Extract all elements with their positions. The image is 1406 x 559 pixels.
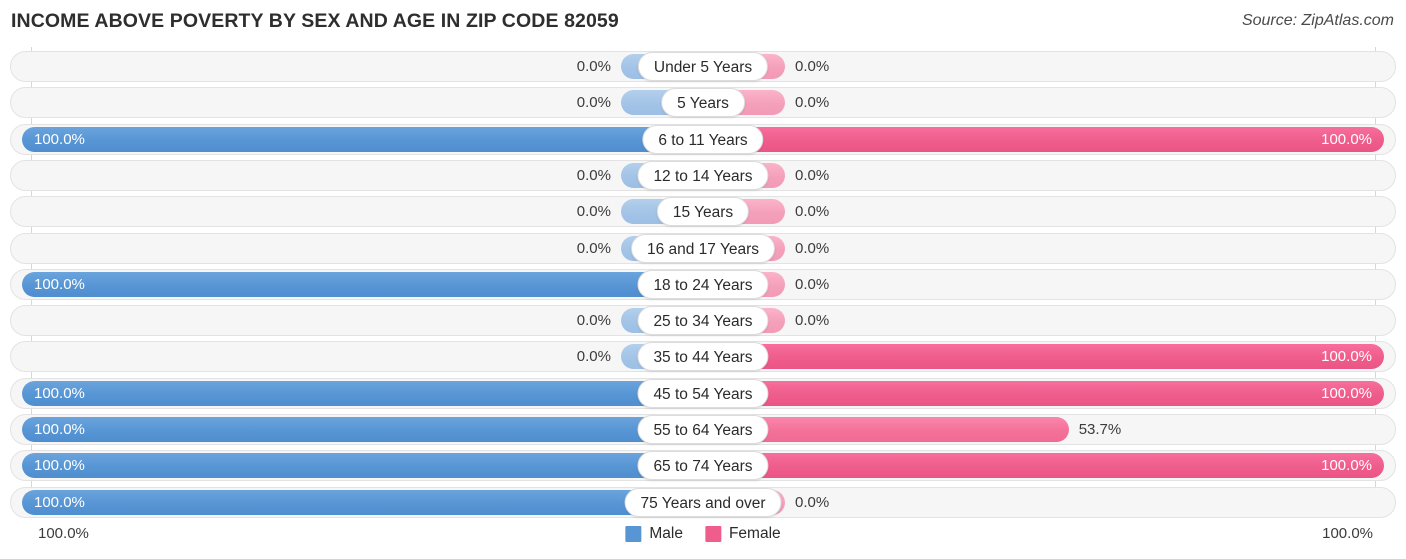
female-bar-region: 0.0% <box>703 162 1384 188</box>
bar-value-male: 100.0% <box>34 493 85 511</box>
female-bar-region: 0.0% <box>703 199 1384 225</box>
table-row[interactable]: 100.0% 100.0% 65 to 74 Years <box>10 450 1396 482</box>
bar-value-female: 0.0% <box>795 275 830 293</box>
female-bar-region: 53.7% <box>703 417 1384 442</box>
chart-footer: 100.0% 100.0% Male Female <box>0 517 1406 559</box>
male-bar-region: 0.0% <box>22 90 703 116</box>
bar-value-male: 0.0% <box>576 312 611 330</box>
bar-value-male: 0.0% <box>576 203 611 221</box>
category-label: 18 to 24 Years <box>637 269 769 299</box>
female-bar-region: 0.0% <box>703 271 1384 297</box>
bar-value-male: 0.0% <box>576 239 611 257</box>
female-bar-region: 100.0% <box>703 453 1384 479</box>
chart-root: INCOME ABOVE POVERTY BY SEX AND AGE IN Z… <box>0 0 1406 559</box>
male-bar-region: 100.0% <box>22 453 703 479</box>
female-bar-region: 100.0% <box>703 126 1384 152</box>
bar-value-female: 0.0% <box>795 203 830 221</box>
bar-value-male: 0.0% <box>576 166 611 184</box>
male-bar-region: 100.0% <box>22 489 703 515</box>
axis-tick-left: 100.0% <box>38 525 89 542</box>
male-bar-region: 0.0% <box>22 308 703 334</box>
legend-swatch-female-icon <box>704 526 721 542</box>
male-bar-region: 100.0% <box>22 271 703 297</box>
male-bar-region: 100.0% <box>22 126 703 152</box>
male-bar-region: 100.0% <box>22 417 703 442</box>
bar-value-male: 100.0% <box>34 384 85 402</box>
table-row[interactable]: 0.0% 100.0% 35 to 44 Years <box>10 341 1396 373</box>
bar-value-male: 0.0% <box>576 348 611 366</box>
category-label: Under 5 Years <box>637 52 769 81</box>
male-bar-region: 0.0% <box>22 235 703 261</box>
bar-value-female: 100.0% <box>1321 384 1372 402</box>
female-bar-region: 0.0% <box>703 90 1384 116</box>
bar-value-female: 0.0% <box>795 58 830 75</box>
bar-value-male: 100.0% <box>34 421 85 438</box>
bar-value-female: 100.0% <box>1321 457 1372 475</box>
bar-value-male: 0.0% <box>576 58 611 75</box>
bar-value-female: 0.0% <box>795 312 830 330</box>
male-bar-region: 0.0% <box>22 344 703 370</box>
female-bar-region: 0.0% <box>703 308 1384 334</box>
legend-item-male[interactable]: Male <box>625 525 683 543</box>
legend-item-female[interactable]: Female <box>704 525 781 543</box>
axis-tick-right: 100.0% <box>1322 525 1373 542</box>
bar-value-female: 53.7% <box>1078 421 1122 438</box>
bar-value-male: 100.0% <box>34 457 85 475</box>
male-bar-region: 0.0% <box>22 162 703 188</box>
female-bar-region: 0.0% <box>703 54 1384 79</box>
legend-label-female: Female <box>728 525 781 542</box>
table-row[interactable]: 0.0% 0.0% Under 5 Years <box>10 51 1396 82</box>
table-row[interactable]: 100.0% 53.7% 55 to 64 Years <box>10 414 1396 445</box>
category-label: 15 Years <box>656 197 750 227</box>
female-bar-region: 0.0% <box>703 489 1384 515</box>
table-row[interactable]: 100.0% 0.0% 75 Years and over <box>10 486 1396 518</box>
female-bar-region: 0.0% <box>703 235 1384 261</box>
table-row[interactable]: 0.0% 0.0% 25 to 34 Years <box>10 305 1396 337</box>
category-label: 55 to 64 Years <box>637 415 769 444</box>
category-label: 45 to 54 Years <box>637 378 769 408</box>
male-bar-region: 100.0% <box>22 380 703 406</box>
category-label: 75 Years and over <box>624 487 782 517</box>
bar-value-female: 0.0% <box>795 94 830 112</box>
table-row[interactable]: 100.0% 100.0% 45 to 54 Years <box>10 377 1396 409</box>
table-row[interactable]: 100.0% 0.0% 18 to 24 Years <box>10 268 1396 300</box>
plot-area: 0.0% 0.0% Under 5 Years 0.0% 0.0% 5 Years 100.… <box>0 47 1406 518</box>
table-row[interactable]: 0.0% 0.0% 16 and 17 Years <box>10 232 1396 264</box>
bar-value-female: 0.0% <box>795 493 830 511</box>
source-attribution: Source: ZipAtlas.com <box>1241 12 1394 29</box>
table-row[interactable]: 0.0% 0.0% 15 Years <box>10 196 1396 228</box>
female-bar-region: 100.0% <box>703 380 1384 406</box>
legend: Male Female <box>625 525 781 543</box>
bar-value-female: 100.0% <box>1321 348 1372 366</box>
category-label: 5 Years <box>661 88 745 118</box>
male-bar-region: 0.0% <box>22 54 703 79</box>
bar-value-female: 100.0% <box>1321 130 1372 148</box>
legend-swatch-male-icon <box>625 526 642 542</box>
category-label: 12 to 14 Years <box>637 160 769 190</box>
category-label: 16 and 17 Years <box>630 233 776 263</box>
bar-value-male: 0.0% <box>576 94 611 112</box>
chart-header: INCOME ABOVE POVERTY BY SEX AND AGE IN Z… <box>0 0 1406 46</box>
page-title: INCOME ABOVE POVERTY BY SEX AND AGE IN Z… <box>11 10 619 32</box>
bar-value-male: 100.0% <box>34 275 85 293</box>
category-label: 35 to 44 Years <box>637 342 769 372</box>
bar-value-female: 0.0% <box>795 166 830 184</box>
table-row[interactable]: 100.0% 100.0% 6 to 11 Years <box>10 123 1396 155</box>
female-bar-region: 100.0% <box>703 344 1384 370</box>
table-row[interactable]: 0.0% 0.0% 12 to 14 Years <box>10 159 1396 191</box>
category-label: 65 to 74 Years <box>637 451 769 481</box>
legend-label-male: Male <box>649 525 683 542</box>
bar-value-female: 0.0% <box>795 239 830 257</box>
table-row[interactable]: 0.0% 0.0% 5 Years <box>10 87 1396 119</box>
category-label: 25 to 34 Years <box>637 306 769 336</box>
bar-value-male: 100.0% <box>34 130 85 148</box>
male-bar-region: 0.0% <box>22 199 703 225</box>
category-label: 6 to 11 Years <box>642 124 764 154</box>
